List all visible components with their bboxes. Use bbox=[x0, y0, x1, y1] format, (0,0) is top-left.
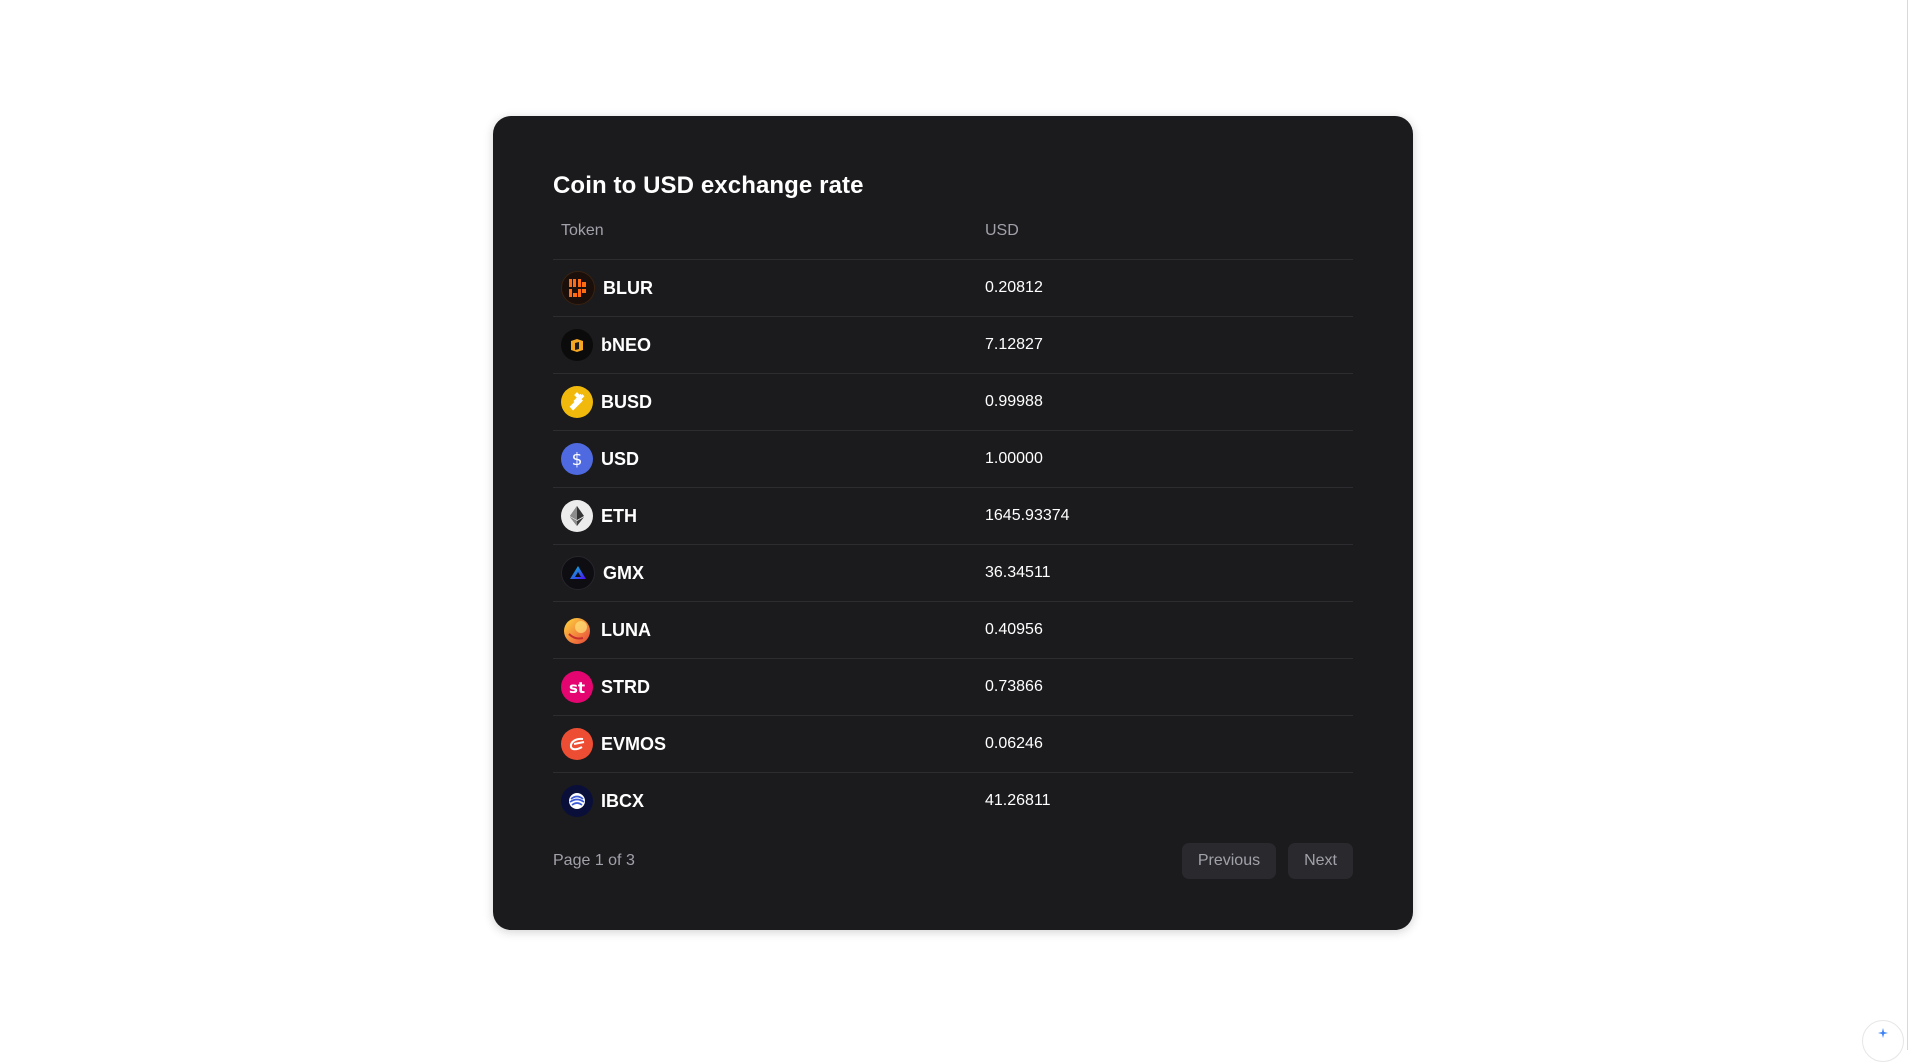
table-row: BLUR 0.20812 bbox=[553, 260, 1353, 317]
strd-icon: st bbox=[561, 671, 593, 703]
token-symbol: GMX bbox=[603, 562, 645, 583]
column-header-token: Token bbox=[561, 221, 604, 239]
token-cell: IBCX bbox=[553, 785, 985, 817]
exchange-rate-card: Coin to USD exchange rate Token USD BLUR… bbox=[493, 116, 1413, 930]
token-cell: ETH bbox=[553, 500, 985, 532]
usd-value: 41.26811 bbox=[985, 792, 1051, 809]
usd-value: 0.99988 bbox=[985, 393, 1043, 410]
table-row: LUNA 0.40956 bbox=[553, 602, 1353, 659]
page-indicator: Page 1 of 3 bbox=[553, 852, 635, 869]
token-cell: bNEO bbox=[553, 329, 985, 361]
usd-value: 36.34511 bbox=[985, 564, 1051, 581]
table-row: ETH 1645.93374 bbox=[553, 488, 1353, 545]
token-symbol: ETH bbox=[601, 505, 637, 526]
pagination-controls: Previous Next bbox=[1181, 843, 1353, 879]
evmos-icon bbox=[561, 728, 593, 760]
token-symbol: bNEO bbox=[601, 334, 652, 355]
card-title: Coin to USD exchange rate bbox=[553, 172, 864, 199]
usd-value: 7.12827 bbox=[985, 336, 1043, 353]
token-cell: BLUR bbox=[553, 271, 985, 305]
table-row: GMX 36.34511 bbox=[553, 545, 1353, 602]
svg-text:$: $ bbox=[572, 450, 583, 469]
usd-value: 1645.93374 bbox=[985, 507, 1070, 524]
blur-icon bbox=[561, 271, 595, 305]
token-symbol: STRD bbox=[601, 676, 650, 697]
busd-icon bbox=[561, 386, 593, 418]
table-row: BUSD 0.99988 bbox=[553, 374, 1353, 431]
ibcx-icon bbox=[561, 785, 593, 817]
token-symbol: LUNA bbox=[601, 619, 651, 640]
token-symbol: EVMOS bbox=[601, 733, 667, 754]
token-symbol: USD bbox=[601, 448, 640, 469]
table-header: Token USD bbox=[553, 202, 1353, 260]
token-cell: LUNA bbox=[553, 614, 985, 646]
token-cell: $ USD bbox=[553, 443, 985, 475]
usd-value: 0.20812 bbox=[985, 279, 1043, 296]
bneo-icon bbox=[561, 329, 593, 361]
usd-value: 1.00000 bbox=[985, 450, 1043, 467]
svg-text:st: st bbox=[569, 679, 585, 697]
column-header-usd: USD bbox=[985, 221, 1019, 239]
usd-value: 0.73866 bbox=[985, 678, 1043, 695]
usd-icon: $ bbox=[561, 443, 593, 475]
next-page-button[interactable]: Next bbox=[1288, 843, 1353, 879]
table-row: EVMOS 0.06246 bbox=[553, 716, 1353, 773]
table-row: bNEO 7.12827 bbox=[553, 317, 1353, 374]
pagination-bar: Page 1 of 3 Previous Next bbox=[553, 842, 1353, 880]
gmx-icon bbox=[561, 556, 595, 590]
exchange-rate-table: Token USD BLUR 0.20812 bNEO 7.12827 BUSD… bbox=[553, 202, 1353, 829]
token-cell: EVMOS bbox=[553, 728, 985, 760]
luna-icon bbox=[561, 614, 593, 646]
token-symbol: BLUR bbox=[603, 277, 653, 298]
eth-icon bbox=[561, 500, 593, 532]
token-cell: GMX bbox=[553, 556, 985, 590]
usd-value: 0.06246 bbox=[985, 735, 1043, 752]
previous-page-button[interactable]: Previous bbox=[1181, 843, 1277, 879]
table-row: st STRD 0.73866 bbox=[553, 659, 1353, 716]
sparkle-icon bbox=[1878, 1028, 1888, 1038]
assistant-launcher-button[interactable] bbox=[1862, 1020, 1904, 1062]
token-cell: st STRD bbox=[553, 671, 985, 703]
usd-value: 0.40956 bbox=[985, 621, 1043, 638]
token-symbol: IBCX bbox=[601, 790, 645, 811]
token-cell: BUSD bbox=[553, 386, 985, 418]
table-row: IBCX 41.26811 bbox=[553, 773, 1353, 829]
token-symbol: BUSD bbox=[601, 391, 653, 412]
table-row: $ USD 1.00000 bbox=[553, 431, 1353, 488]
